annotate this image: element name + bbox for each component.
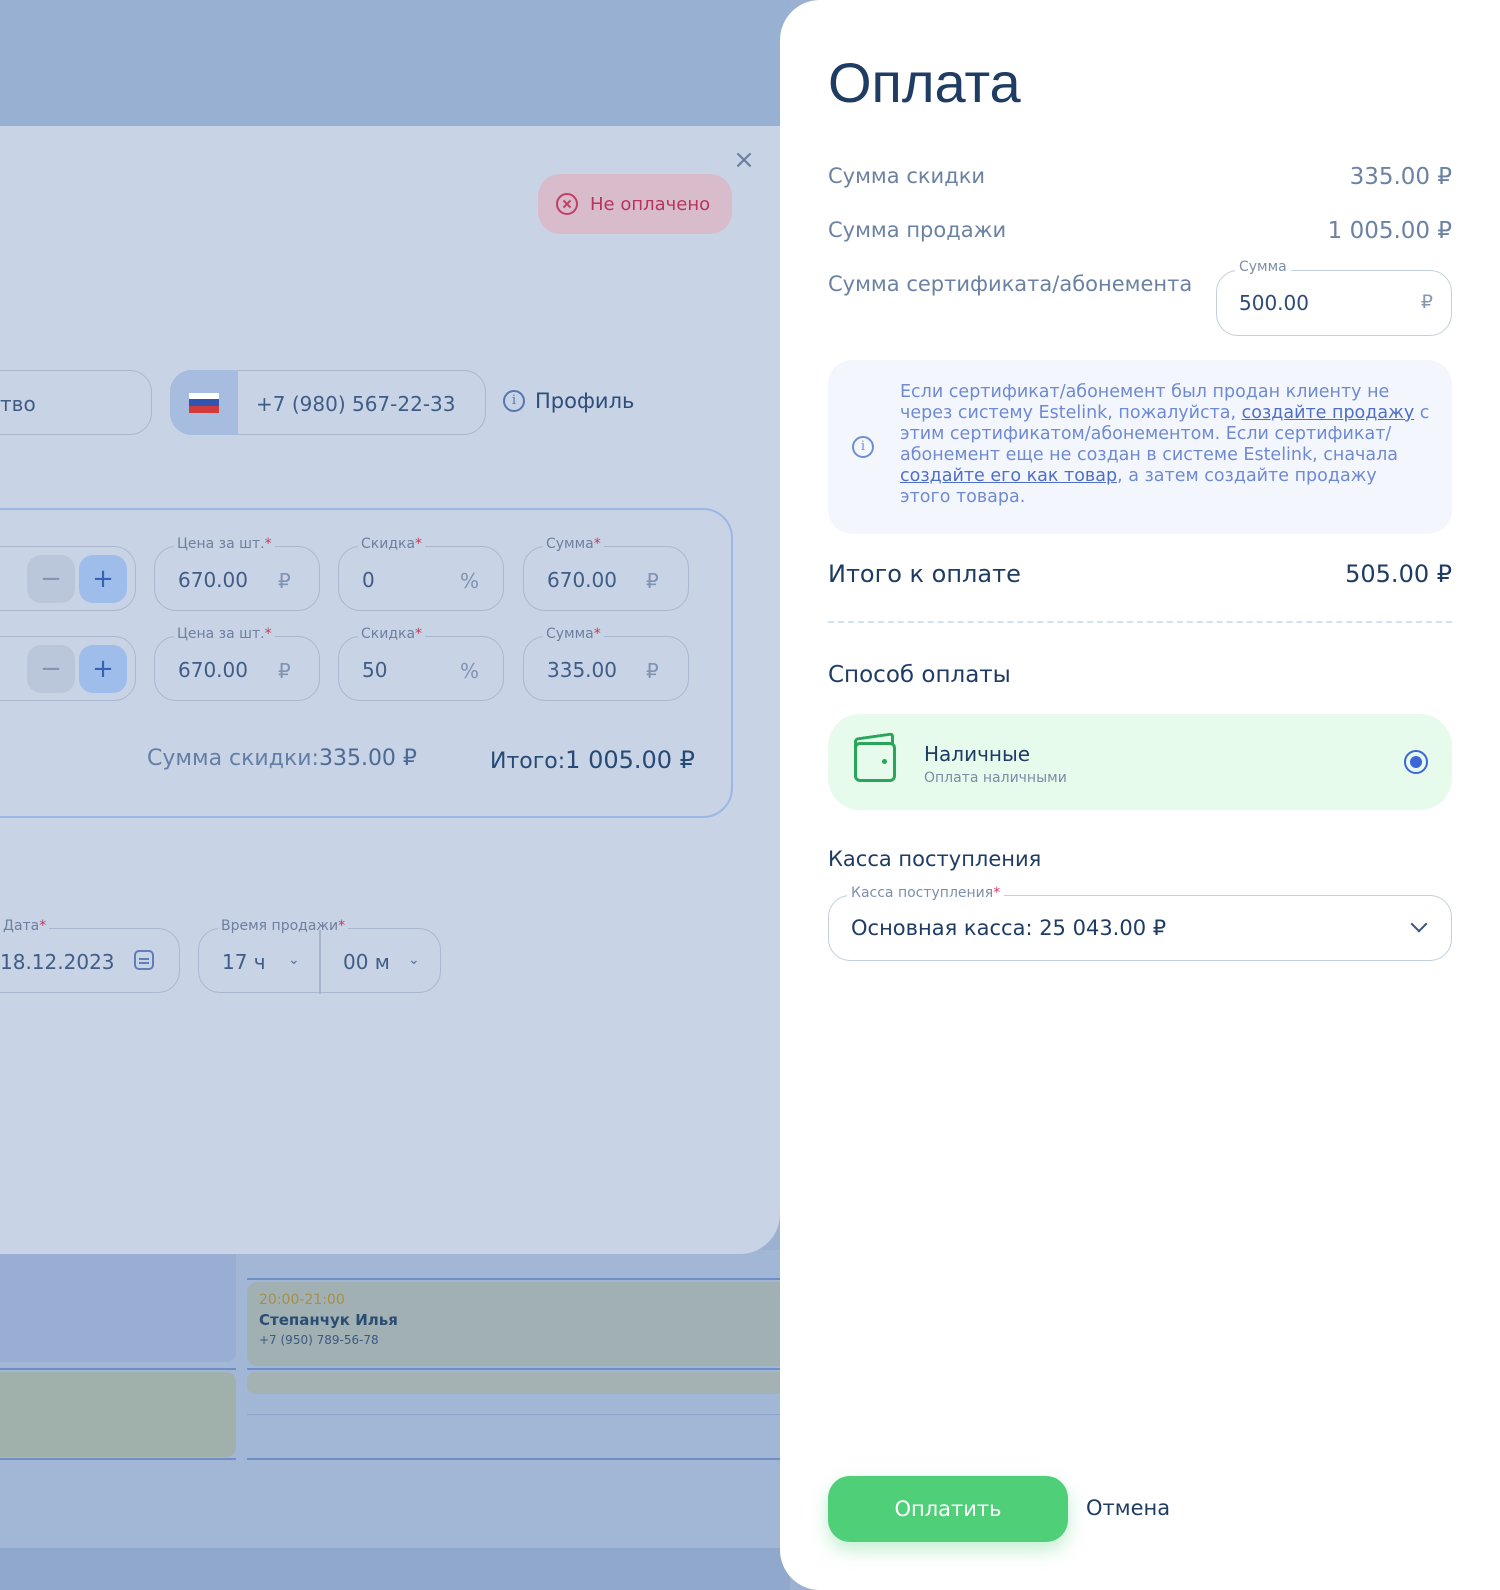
- sum-field-label: Сумма*: [543, 536, 604, 552]
- app-header-dimmed: [0, 0, 790, 126]
- method-name: Наличные: [924, 742, 1031, 766]
- sum-value: 335.00: [547, 658, 617, 682]
- info-notice: i Если сертификат/абонемент был продан к…: [828, 360, 1452, 534]
- discount-field-label: Скидка*: [358, 626, 426, 642]
- calendar-event[interactable]: 20:00-21:00 Степанчук Илья +7 (950) 789-…: [247, 1282, 807, 1366]
- cert-sum-field-label: Сумма: [1235, 259, 1291, 275]
- time-divider: [319, 930, 321, 994]
- price-field-label: Цена за шт.*: [174, 626, 275, 642]
- flag-ru-icon: [189, 392, 219, 413]
- price-value: 670.00: [178, 658, 248, 682]
- price-value: 670.00: [178, 568, 248, 592]
- info-icon: i: [852, 436, 874, 458]
- discount-field-label: Скидка*: [358, 536, 426, 552]
- calendar-slot: [0, 1372, 236, 1457]
- calendar-icon[interactable]: [134, 950, 154, 970]
- cert-sum-label: Сумма сертификата/абонемента: [828, 272, 1193, 296]
- hour-value: 17 ч: [222, 950, 266, 974]
- payment-method-cash[interactable]: Наличные Оплата наличными: [828, 714, 1452, 810]
- minute-value: 00 м: [343, 950, 390, 974]
- chevron-down-icon[interactable]: ⌄: [288, 952, 300, 968]
- grand-total: Итого:1 005.00 ₽: [490, 746, 695, 774]
- create-product-link[interactable]: создайте его как товар: [900, 466, 1117, 486]
- event-client-name: Степанчук Илья: [259, 1311, 398, 1329]
- sum-field-label: Сумма*: [543, 626, 604, 642]
- currency-unit: ₽: [646, 569, 659, 593]
- profile-link-label: Профиль: [535, 389, 635, 413]
- cashbox-title: Касса поступления: [828, 847, 1042, 871]
- divider: [828, 621, 1452, 623]
- date-field-label: Дата*: [0, 918, 50, 934]
- chevron-down-icon: [1410, 915, 1428, 933]
- discount-sum-label: Сумма скидки: [828, 164, 986, 188]
- country-selector[interactable]: [170, 370, 238, 435]
- price-field-label: Цена за шт.*: [174, 536, 275, 552]
- discount-sum-value: 335.00 ₽: [1349, 164, 1452, 190]
- sum-value: 670.00: [547, 568, 617, 592]
- page-title: Оплата: [828, 51, 1021, 114]
- wallet-icon: [854, 742, 896, 782]
- create-sale-link[interactable]: создайте продажу: [1242, 403, 1415, 423]
- event-client-phone: +7 (950) 789-56-78: [259, 1333, 379, 1347]
- currency-unit: ₽: [646, 659, 659, 683]
- decrement-button[interactable]: −: [27, 555, 75, 603]
- profile-link[interactable]: i Профиль: [503, 389, 634, 413]
- cashbox-select[interactable]: Касса поступления* Основная касса: 25 04…: [828, 885, 1452, 961]
- increment-button[interactable]: +: [79, 645, 127, 693]
- method-description: Оплата наличными: [924, 770, 1067, 786]
- status-badge-label: Не оплачено: [590, 193, 711, 215]
- calendar-gridline: [247, 1278, 780, 1280]
- calendar-gridline: [247, 1458, 780, 1460]
- decrement-button[interactable]: −: [27, 645, 75, 693]
- cert-sum-field-value: 500.00: [1239, 291, 1309, 315]
- cancel-button[interactable]: Отмена: [1086, 1496, 1170, 1520]
- percent-unit: %: [460, 569, 480, 593]
- info-text: Если сертификат/абонемент был продан кли…: [900, 382, 1430, 507]
- payment-drawer: Оплата Сумма скидки 335.00 ₽ Сумма прода…: [780, 0, 1500, 1590]
- currency-unit: ₽: [278, 569, 291, 593]
- calendar-gridline: [0, 1368, 236, 1370]
- pay-button[interactable]: Оплатить: [828, 1476, 1068, 1542]
- payment-method-title: Способ оплаты: [828, 662, 1011, 688]
- cashbox-field-label: Касса поступления*: [847, 885, 1005, 901]
- sale-sum-value: 1 005.00 ₽: [1327, 218, 1452, 244]
- sale-sum-label: Сумма продажи: [828, 218, 1007, 242]
- client-name-value: тво: [0, 392, 36, 416]
- calendar-event[interactable]: [247, 1372, 807, 1394]
- x-circle-icon: [556, 193, 578, 215]
- radio-selected-icon[interactable]: [1404, 750, 1428, 774]
- discount-value: 50: [362, 658, 388, 682]
- footer-strip-dimmed: [0, 1548, 790, 1590]
- date-value: 18.12.2023: [0, 950, 115, 974]
- currency-unit: ₽: [278, 659, 291, 683]
- currency-unit: ₽: [1420, 291, 1433, 313]
- percent-unit: %: [460, 659, 480, 683]
- total-to-pay-value: 505.00 ₽: [1345, 560, 1452, 588]
- calendar-gridline: [0, 1458, 236, 1460]
- calendar-gridline: [247, 1414, 780, 1415]
- phone-value: +7 (980) 567-22-33: [256, 392, 456, 416]
- close-icon[interactable]: ×: [732, 147, 756, 173]
- calendar-slot: [0, 1250, 236, 1362]
- chevron-down-icon[interactable]: ⌄: [408, 952, 420, 968]
- discount-value: 0: [362, 568, 375, 592]
- cert-sum-input[interactable]: Сумма 500.00 ₽: [1216, 259, 1452, 336]
- cashbox-value: Основная касса: 25 043.00 ₽: [851, 916, 1167, 940]
- discount-total: Сумма скидки:335.00 ₽: [147, 746, 417, 771]
- status-badge: Не оплачено: [538, 174, 732, 234]
- total-to-pay-label: Итого к оплате: [828, 560, 1021, 588]
- calendar-gridline: [247, 1368, 780, 1370]
- event-time: 20:00-21:00: [259, 1292, 345, 1308]
- increment-button[interactable]: +: [79, 555, 127, 603]
- time-field-label: Время продажи*: [218, 918, 349, 934]
- info-icon: i: [503, 390, 525, 412]
